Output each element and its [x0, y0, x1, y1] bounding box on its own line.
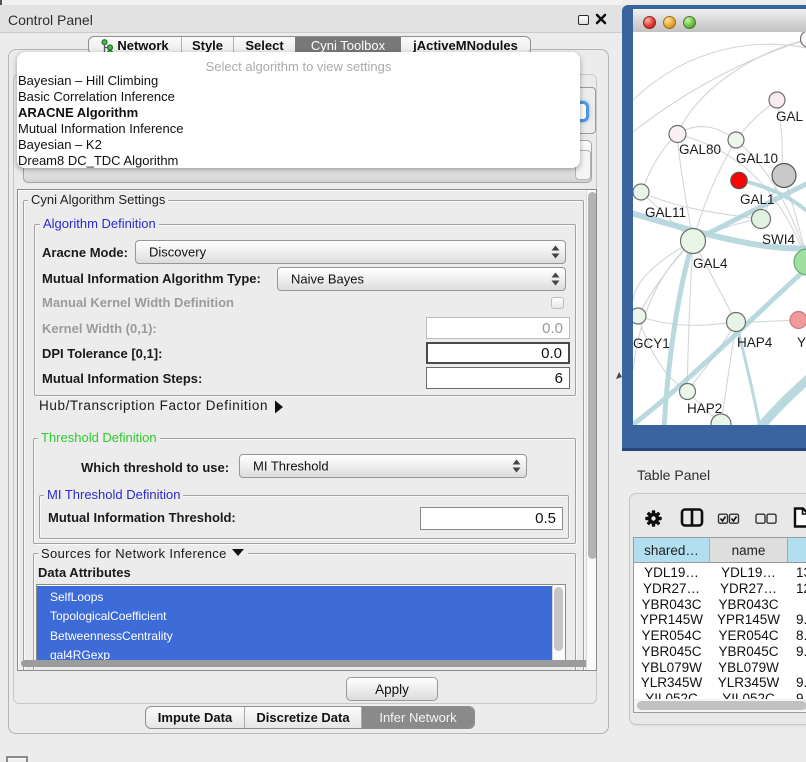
svg-text:GAL1: GAL1	[740, 192, 775, 207]
svg-text:GAL11: GAL11	[645, 205, 686, 220]
svg-text:Y: Y	[797, 335, 806, 350]
svg-text:HAP4: HAP4	[737, 335, 773, 350]
svg-text:GAL4: GAL4	[693, 256, 728, 271]
svg-text:GAL: GAL	[776, 109, 804, 124]
svg-text:SWI4: SWI4	[762, 232, 795, 247]
svg-text:HAP2: HAP2	[687, 401, 722, 416]
svg-text:GAL80: GAL80	[679, 142, 721, 157]
svg-text:GAL10: GAL10	[736, 151, 778, 166]
svg-text:GCY1: GCY1	[633, 336, 670, 351]
